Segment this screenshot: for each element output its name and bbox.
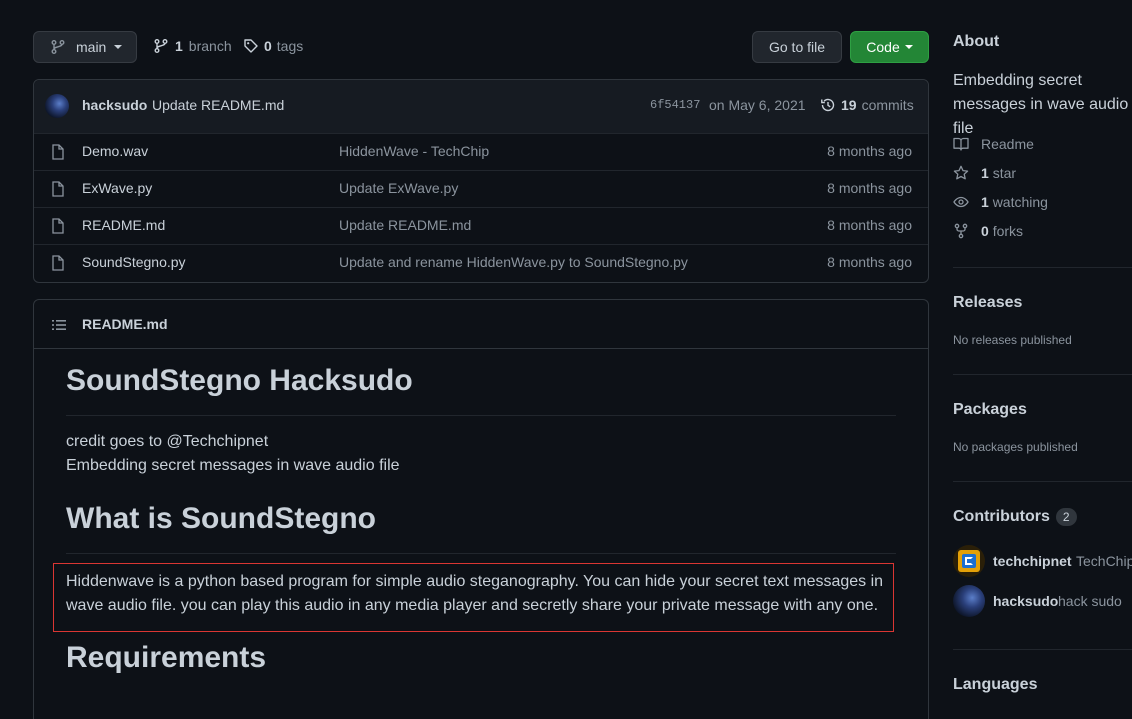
file-age: 8 months ago — [827, 180, 912, 196]
file-age: 8 months ago — [827, 217, 912, 233]
table-row[interactable]: SoundStegno.py Update and rename HiddenW… — [34, 244, 928, 281]
branch-name: main — [76, 39, 107, 55]
forks-label: forks — [992, 223, 1024, 239]
releases-heading[interactable]: Releases — [953, 294, 1022, 312]
watching-count: 1 — [981, 194, 989, 210]
file-commit-message[interactable]: Update ExWave.py — [339, 180, 458, 196]
packages-heading[interactable]: Packages — [953, 401, 1027, 419]
commit-count: 19 — [841, 97, 857, 113]
table-row[interactable]: Demo.wav HiddenWave - TechChip 8 months … — [34, 133, 928, 170]
book-icon — [953, 136, 969, 152]
latest-commit-bar: hacksudo Update README.md 6f54137 on May… — [34, 80, 928, 133]
file-name[interactable]: ExWave.py — [82, 180, 152, 196]
readme-filename[interactable]: README.md — [82, 316, 168, 332]
tag-icon — [243, 38, 259, 54]
contributor-name: hack sudo — [1058, 593, 1122, 609]
file-icon — [51, 181, 65, 197]
file-name[interactable]: Demo.wav — [82, 143, 148, 159]
file-icon — [51, 144, 65, 160]
commit-count-label: commits — [861, 97, 914, 113]
stars-link[interactable]: 1 star — [953, 165, 1016, 181]
contributors-header[interactable]: Contributors 2 — [953, 508, 1077, 526]
readme-credit: credit goes to @Techchipnet — [66, 433, 269, 450]
stars-count: 1 — [981, 165, 989, 181]
tag-label: tags — [276, 38, 304, 54]
code-button-label: Code — [866, 39, 900, 55]
contributor-login: hacksudo — [993, 593, 1059, 609]
avatar — [953, 545, 985, 577]
avatar — [953, 585, 985, 617]
readme-box: README.md SoundStegno Hacksudo credit go… — [33, 299, 929, 719]
branch-select-button[interactable]: main — [33, 31, 137, 63]
file-commit-message[interactable]: HiddenWave - TechChip — [339, 143, 489, 159]
divider — [953, 649, 1132, 650]
file-commit-message[interactable]: Update README.md — [339, 217, 471, 233]
table-row[interactable]: ExWave.py Update ExWave.py 8 months ago — [34, 170, 928, 207]
releases-empty: No releases published — [953, 333, 1072, 347]
file-icon — [51, 255, 65, 271]
history-icon — [820, 97, 836, 113]
readme-h1: SoundStegno Hacksudo — [66, 364, 413, 397]
readme-header: README.md — [34, 300, 928, 349]
commits-link[interactable]: 19 commits — [820, 97, 914, 113]
branch-label: branch — [188, 38, 232, 54]
readme-description: Hiddenwave is a python based program for… — [66, 573, 884, 614]
watching-label: watching — [992, 194, 1048, 210]
packages-empty: No packages published — [953, 440, 1078, 454]
readme-h2-what: What is SoundStegno — [66, 502, 376, 535]
caret-down-icon — [904, 45, 913, 49]
divider — [66, 553, 896, 554]
file-name[interactable]: SoundStegno.py — [82, 254, 186, 270]
avatar[interactable] — [45, 94, 69, 118]
table-row[interactable]: README.md Update README.md 8 months ago — [34, 207, 928, 244]
commit-hash[interactable]: 6f54137 — [650, 98, 700, 112]
repo-forked-icon — [953, 223, 969, 239]
commit-message[interactable]: Update README.md — [152, 97, 284, 113]
file-icon — [51, 218, 65, 234]
readme-link[interactable]: Readme — [953, 136, 1034, 152]
file-name[interactable]: README.md — [82, 217, 165, 233]
readme-tagline: Embedding secret messages in wave audio … — [66, 457, 400, 474]
about-description: Embedding secret messages in wave audio … — [953, 72, 1129, 137]
star-icon — [953, 165, 969, 181]
divider — [953, 374, 1132, 375]
languages-heading: Languages — [953, 676, 1038, 693]
commit-author[interactable]: hacksudo — [82, 97, 147, 113]
tags-link[interactable]: 0 tags — [243, 38, 303, 54]
file-commit-message[interactable]: Update and rename HiddenWave.py to Sound… — [339, 254, 688, 270]
forks-link[interactable]: 0 forks — [953, 223, 1023, 239]
file-table: hacksudo Update README.md 6f54137 on May… — [33, 79, 929, 283]
file-age: 8 months ago — [827, 254, 912, 270]
code-button[interactable]: Code — [850, 31, 929, 63]
caret-down-icon — [114, 45, 123, 49]
about-heading: About — [953, 33, 1000, 50]
eye-icon — [953, 194, 969, 210]
contributor-name: TechChip — [1076, 553, 1132, 569]
branches-link[interactable]: 1 branch — [153, 38, 232, 54]
git-branch-icon — [153, 38, 169, 54]
contributors-count-badge: 2 — [1055, 508, 1077, 526]
list-unordered-icon[interactable] — [51, 317, 67, 333]
commit-date: on May 6, 2021 — [709, 97, 806, 113]
contributors-heading: Contributors — [953, 508, 1050, 525]
branch-count: 1 — [175, 38, 183, 54]
stars-label: star — [992, 165, 1017, 181]
watchers-link[interactable]: 1 watching — [953, 194, 1048, 210]
readme-h2-requirements: Requirements — [66, 641, 267, 674]
contributor-login: techchipnet — [993, 553, 1072, 569]
readme-label: Readme — [981, 136, 1034, 152]
divider — [953, 267, 1132, 268]
go-to-file-button[interactable]: Go to file — [752, 31, 842, 63]
contributor-item[interactable]: techchipnet TechChip — [953, 545, 1132, 577]
git-branch-icon — [50, 39, 66, 55]
divider — [66, 415, 896, 416]
divider — [953, 481, 1132, 482]
tag-count: 0 — [264, 38, 272, 54]
forks-count: 0 — [981, 223, 989, 239]
file-age: 8 months ago — [827, 143, 912, 159]
contributor-item[interactable]: hacksudo hack sudo — [953, 585, 1132, 617]
